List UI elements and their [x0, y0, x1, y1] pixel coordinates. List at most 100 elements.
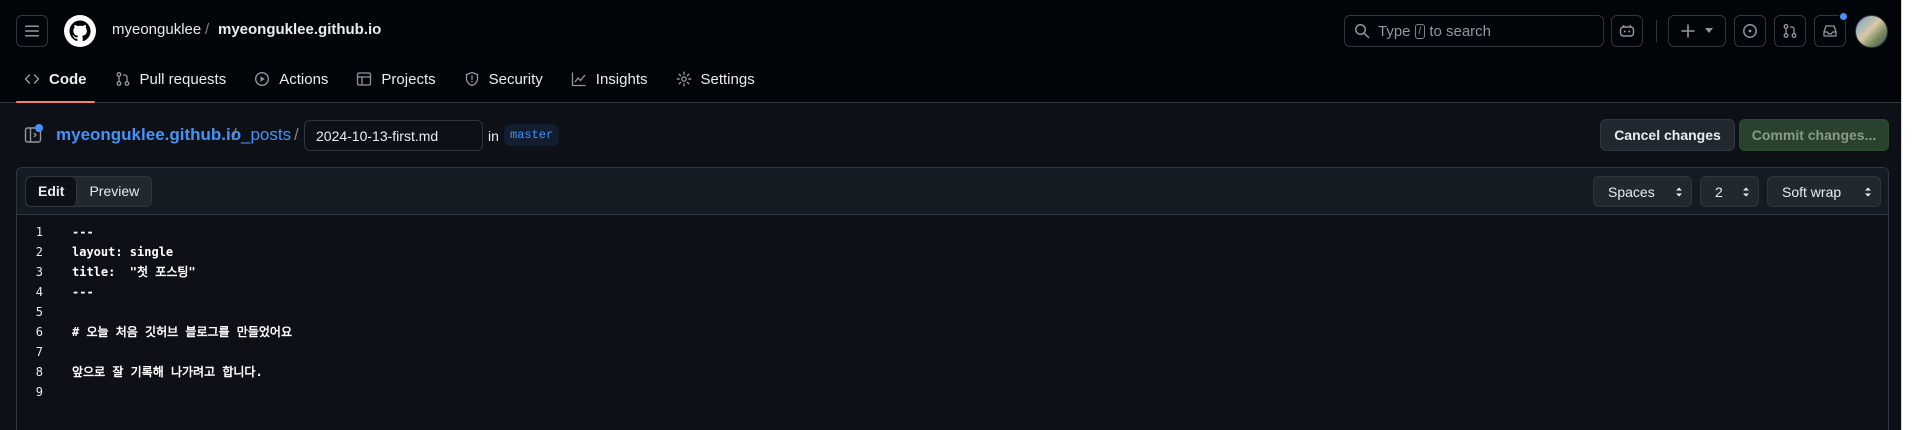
line-number: 2 [35, 245, 43, 259]
search-suffix: to search [1429, 22, 1492, 40]
code-line: 8 앞으로 잘 기록해 나가려고 합니다. [17, 362, 1888, 382]
page: myeonguklee / myeonguklee.github.io Type… [0, 0, 1901, 430]
indent-mode-value: Spaces [1608, 183, 1655, 200]
file-tree-indicator-dot [35, 124, 43, 132]
copilot-button[interactable] [1611, 15, 1643, 47]
code-line: 5 [17, 302, 1888, 322]
code-icon [24, 74, 40, 84]
line-number: 3 [35, 265, 43, 279]
path-repo-link[interactable]: myeonguklee.github.io [56, 125, 241, 145]
breadcrumb-owner[interactable]: myeonguklee [112, 21, 201, 38]
path-dir-link[interactable]: _posts [241, 125, 291, 145]
indent-size-value: 2 [1715, 183, 1723, 200]
branch-in-label: in [488, 128, 499, 144]
search-prefix: Type [1378, 22, 1411, 40]
path-separator: / [232, 125, 237, 144]
line-content: # 오늘 처음 깃허브 블로그를 만들었어요 [72, 325, 292, 339]
cancel-changes-button[interactable]: Cancel changes [1600, 119, 1735, 151]
search-placeholder: Type / to search [1378, 23, 1491, 40]
filename-input[interactable] [304, 120, 483, 151]
triangle-down-icon [1705, 28, 1713, 33]
tab-actions[interactable]: Actions [246, 62, 336, 96]
window-scrollbar[interactable] [1901, 0, 1920, 430]
tab-code-label: Code [49, 70, 87, 88]
select-arrows-icon [1676, 187, 1682, 197]
tab-settings[interactable]: Settings [668, 62, 763, 96]
line-number: 4 [35, 285, 43, 299]
code-line: 7 [17, 342, 1888, 362]
tab-pull-requests[interactable]: Pull requests [107, 62, 235, 96]
line-number: 5 [35, 305, 43, 319]
create-new-button[interactable] [1668, 15, 1726, 47]
global-header: myeonguklee / myeonguklee.github.io Type… [0, 0, 1901, 103]
branch-badge: master [504, 124, 560, 146]
wrap-mode-value: Soft wrap [1782, 183, 1842, 200]
tab-projects[interactable]: Projects [348, 62, 443, 96]
header-divider [1656, 20, 1657, 42]
commit-changes-button[interactable]: Commit changes... [1739, 119, 1889, 151]
search-icon [1355, 24, 1370, 39]
tab-insights-label: Insights [595, 70, 648, 88]
select-arrows-icon [1865, 187, 1871, 197]
tab-code[interactable]: Code [16, 62, 95, 103]
line-number: 9 [35, 385, 43, 399]
edit-preview-toggle: Edit Preview [25, 176, 153, 207]
shield-icon [465, 71, 478, 87]
play-icon [255, 71, 270, 87]
code-line: 1 --- [17, 222, 1888, 242]
editor-toolbar: Edit Preview Spaces 2 Soft wrap [17, 168, 1888, 215]
code-line: 6 # 오늘 처음 깃허브 블로그를 만들었어요 [17, 322, 1888, 342]
indent-mode-select[interactable]: Spaces [1593, 176, 1692, 207]
tab-insights[interactable]: Insights [563, 62, 656, 96]
pull-request-icon [116, 72, 129, 86]
line-number: 8 [35, 365, 43, 379]
tab-settings-label: Settings [700, 70, 755, 88]
inbox-icon [1823, 25, 1837, 37]
graph-icon [571, 72, 586, 87]
github-logo-icon[interactable] [64, 15, 96, 47]
tab-actions-label: Actions [279, 70, 329, 88]
wrap-mode-select[interactable]: Soft wrap [1767, 176, 1881, 207]
tab-security-label: Security [488, 70, 543, 88]
gear-icon [676, 71, 691, 87]
repo-tabs: Code Pull requests Actions Projects Secu… [16, 62, 775, 103]
tab-projects-label: Projects [381, 70, 436, 88]
search-shortcut-key: / [1414, 23, 1426, 39]
line-content: title: "첫 포스팅" [72, 265, 196, 279]
pull-requests-button[interactable] [1774, 15, 1806, 47]
code-line: 3 title: "첫 포스팅" [17, 262, 1888, 282]
code-line: 2 layout: single [17, 242, 1888, 262]
edit-tab[interactable]: Edit [26, 177, 78, 206]
line-content: --- [72, 285, 94, 299]
table-icon [357, 72, 372, 86]
path-separator: / [294, 125, 299, 144]
file-path-row: myeonguklee.github.io / _posts / in mast… [0, 104, 1901, 166]
code-editor: Edit Preview Spaces 2 Soft wrap 1 --- 2 la… [16, 167, 1889, 430]
breadcrumb-repo[interactable]: myeonguklee.github.io [218, 21, 381, 38]
avatar[interactable] [1855, 15, 1888, 48]
search-input[interactable]: Type / to search [1344, 15, 1604, 47]
line-content: layout: single [72, 245, 174, 259]
line-number: 1 [35, 225, 43, 239]
issue-circle-icon [1743, 24, 1757, 38]
pull-request-icon [1783, 24, 1797, 38]
line-number: 6 [35, 325, 43, 339]
breadcrumb-separator: / [205, 21, 210, 38]
copilot-icon [1619, 24, 1635, 37]
plus-icon [1681, 24, 1695, 38]
tab-security[interactable]: Security [456, 62, 551, 96]
issues-button[interactable] [1734, 15, 1766, 47]
notification-dot [1839, 12, 1848, 21]
line-content: --- [72, 225, 94, 239]
code-line: 4 --- [17, 282, 1888, 302]
hamburger-icon [25, 25, 39, 37]
line-content: 앞으로 잘 기록해 나가려고 합니다. [72, 365, 263, 379]
line-number: 7 [35, 345, 43, 359]
code-line: 9 [17, 382, 1888, 402]
tab-pull-requests-label: Pull requests [139, 70, 227, 88]
indent-size-select[interactable]: 2 [1700, 176, 1759, 207]
code-area[interactable]: 1 --- 2 layout: single 3 title: "첫 포스팅" 4 --… [17, 216, 1888, 402]
preview-tab[interactable]: Preview [77, 177, 151, 206]
select-arrows-icon [1743, 187, 1749, 197]
menu-button[interactable] [16, 15, 48, 47]
